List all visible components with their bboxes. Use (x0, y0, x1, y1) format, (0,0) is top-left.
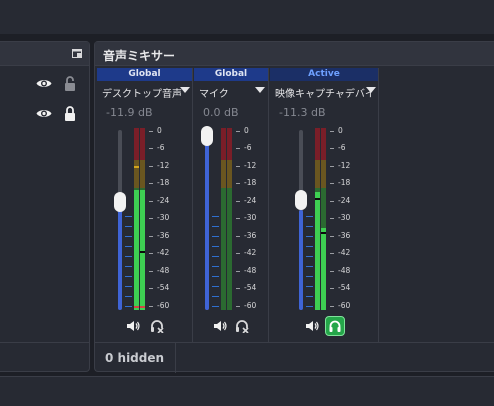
undock-icon[interactable] (72, 49, 82, 58)
audio-mixer-footer: 0 hidden (95, 342, 494, 373)
headphones-icon[interactable] (235, 319, 249, 333)
volume-db-readout: -11.9 dB (106, 106, 153, 119)
channel-name[interactable]: マイク (199, 85, 229, 100)
eye-icon[interactable] (36, 108, 52, 119)
speaker-icon[interactable] (213, 320, 227, 332)
volume-db-readout: -11.3 dB (279, 106, 326, 119)
speaker-icon[interactable] (305, 320, 319, 332)
level-meter-right (321, 128, 326, 310)
level-meter-right (227, 128, 232, 310)
level-meter-left (221, 128, 226, 310)
headphones-icon[interactable] (150, 319, 164, 333)
level-meter-left (315, 128, 320, 310)
source-row[interactable] (0, 100, 89, 128)
mixer-channel-video-capture: Active 映像キャプチャデバイ -11.3 dB 0 -6 -12 -18 … (269, 68, 379, 342)
channel-name[interactable]: デスクトップ音声 (102, 85, 182, 100)
audio-mixer-header: 音声ミキサー (95, 42, 494, 66)
eye-icon[interactable] (36, 78, 52, 89)
channel-scope-badge: Global (194, 68, 268, 81)
level-meter-left (134, 128, 139, 310)
title-bar (0, 0, 494, 34)
sources-panel-header (0, 42, 89, 66)
volume-slider-handle[interactable] (295, 190, 307, 210)
channel-scope-badge: Global (97, 68, 192, 81)
volume-slider-ticks (125, 210, 132, 310)
lock-icon[interactable] (64, 106, 76, 121)
monitor-toggle-active[interactable] (325, 316, 345, 336)
chevron-down-icon[interactable] (366, 87, 376, 93)
volume-slider-fill (299, 210, 303, 310)
mixer-channel-desktop-audio: Global デスクトップ音声 -11.9 dB 0 -6 -12 -18 -2… (96, 68, 193, 342)
panel-title: 音声ミキサー (103, 49, 176, 63)
volume-slider-ticks (212, 130, 219, 310)
unlock-icon[interactable] (64, 76, 76, 91)
chevron-down-icon[interactable] (255, 87, 265, 93)
channel-name[interactable]: 映像キャプチャデバイ (275, 85, 375, 100)
sources-footer-divider (0, 342, 89, 343)
volume-slider-handle[interactable] (114, 192, 126, 212)
volume-slider-ticks (306, 210, 313, 310)
source-row[interactable] (0, 70, 89, 98)
audio-mixer-panel: 音声ミキサー Global デスクトップ音声 -11.9 dB 0 -6 -12… (94, 41, 494, 373)
hidden-count-label[interactable]: 0 hidden (105, 351, 164, 365)
level-meter-right (140, 128, 145, 310)
mixer-channel-mic: Global マイク 0.0 dB 0 -6 -12 -18 -24 -30 -… (193, 68, 269, 342)
status-bar (0, 376, 494, 406)
volume-db-readout: 0.0 dB (203, 106, 239, 119)
chevron-down-icon[interactable] (180, 87, 190, 93)
volume-slider-fill (118, 210, 122, 310)
speaker-icon[interactable] (126, 320, 140, 332)
sources-panel (0, 41, 90, 372)
channel-scope-badge: Active (270, 68, 378, 81)
volume-slider-fill (205, 130, 209, 310)
headphones-icon (329, 320, 341, 332)
footer-divider (175, 343, 176, 373)
